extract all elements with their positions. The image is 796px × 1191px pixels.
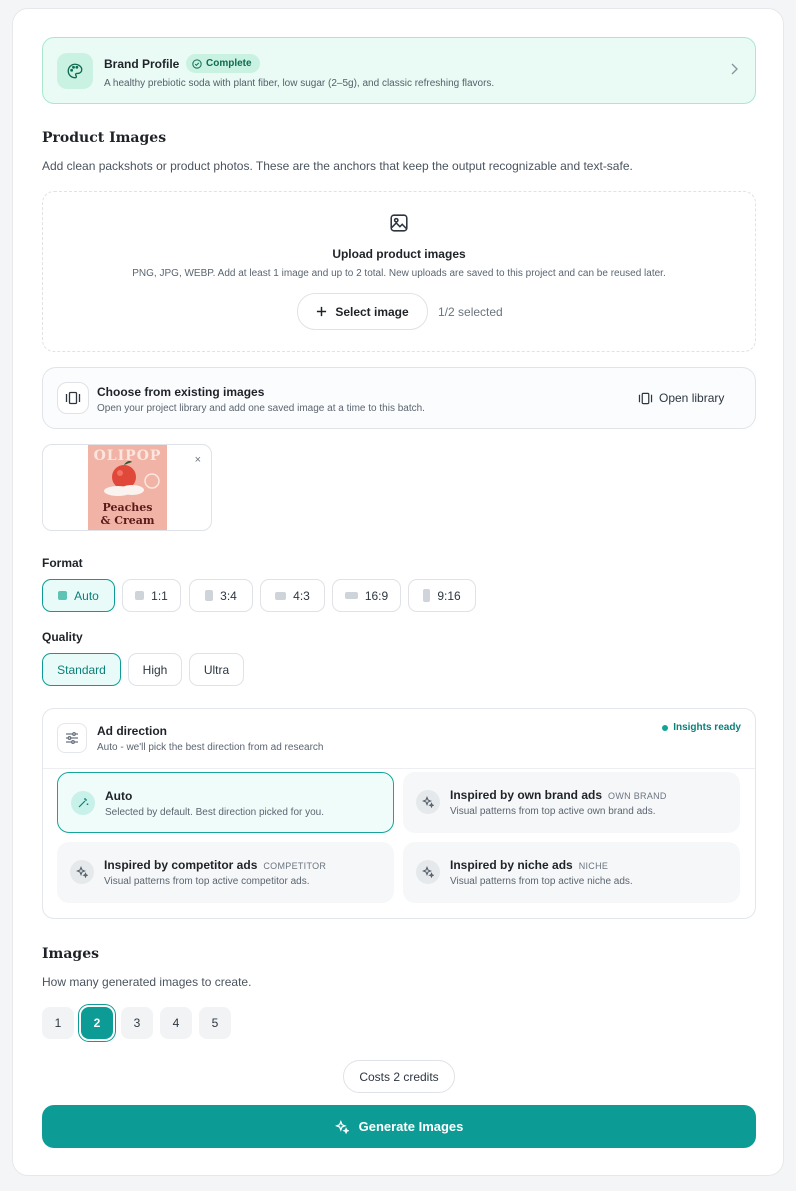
format-3-4-label: 3:4 <box>220 588 237 603</box>
select-image-label: Select image <box>335 304 409 319</box>
format-3-4[interactable]: 3:4 <box>189 579 253 612</box>
format-auto[interactable]: Auto <box>42 579 115 612</box>
format-16-9-label: 16:9 <box>364 588 389 603</box>
open-library-button[interactable]: Open library <box>638 391 724 405</box>
images-subtitle: How many generated images to create. <box>42 975 252 989</box>
generate-images-button[interactable]: Generate Images <box>42 1105 756 1148</box>
option-title-text: Inspired by competitor ads <box>104 858 258 872</box>
upload-dropzone[interactable]: Upload product images PNG, JPG, WEBP. Ad… <box>42 191 756 352</box>
generate-images-label: Generate Images <box>358 1119 464 1134</box>
format-label: Format <box>42 556 83 570</box>
quality-high[interactable]: High <box>128 653 182 686</box>
option-title-text: Inspired by own brand ads <box>450 788 603 802</box>
selected-count: 1/2 selected <box>438 305 503 319</box>
image-icon <box>388 212 410 239</box>
landscape-icon <box>275 591 287 600</box>
quality-ultra[interactable]: Ultra <box>189 653 244 686</box>
status-dot-icon <box>662 724 669 731</box>
magic-wand-icon <box>71 791 95 815</box>
ad-direction-option-competitor[interactable]: Inspired by competitor ads COMPETITOR Vis… <box>57 842 394 903</box>
portrait-icon <box>205 590 214 601</box>
image-count-4[interactable]: 4 <box>160 1007 192 1039</box>
generator-panel: Brand Profile Complete A healthy prebiot… <box>12 8 784 1176</box>
image-count-5[interactable]: 5 <box>199 1007 231 1039</box>
divider <box>43 768 755 769</box>
ad-direction-title: Ad direction <box>97 724 168 738</box>
format-16-9[interactable]: 16:9 <box>332 579 401 612</box>
image-count-2[interactable]: 2 <box>81 1007 113 1039</box>
ad-direction-option-niche[interactable]: Inspired by niche ads NICHE Visual patter… <box>403 842 740 903</box>
product-images-subtitle: Add clean packshots or product photos. T… <box>42 159 633 173</box>
brand-profile-description: A healthy prebiotic soda with plant fibe… <box>104 78 495 89</box>
wide-icon <box>344 592 358 599</box>
upload-subtitle: PNG, JPG, WEBP. Add at least 1 image and… <box>132 268 666 279</box>
option-title: Inspired by own brand ads OWN BRAND <box>450 788 667 802</box>
option-title-text: Inspired by niche ads <box>450 858 573 872</box>
upload-title: Upload product images <box>332 247 466 261</box>
option-subtitle: Visual patterns from top active own bran… <box>450 806 656 817</box>
select-image-button[interactable]: Select image <box>297 293 428 330</box>
sparkles-icon <box>416 860 440 884</box>
palette-icon <box>57 53 93 89</box>
insights-status-label: Insights ready <box>673 722 741 733</box>
option-tag: COMPETITOR <box>263 861 327 871</box>
format-auto-label: Auto <box>74 588 99 603</box>
tall-icon <box>423 589 431 602</box>
option-tag: NICHE <box>578 861 609 871</box>
cost-badge: Costs 2 credits <box>343 1060 455 1093</box>
images-heading: Images <box>42 946 100 962</box>
ad-direction-panel: Ad direction Auto - we'll pick the best … <box>42 708 756 919</box>
format-9-16-label: 9:16 <box>437 588 461 603</box>
format-1-1-label: 1:1 <box>151 588 168 603</box>
square-icon <box>135 591 145 600</box>
chevron-right-icon <box>729 62 739 81</box>
brand-profile-card[interactable]: Brand Profile Complete A healthy prebiot… <box>42 37 756 104</box>
option-subtitle: Selected by default. Best direction pick… <box>105 807 325 818</box>
can-flavor-line2: & Cream <box>100 514 154 527</box>
option-subtitle: Visual patterns from top active competit… <box>104 876 310 887</box>
format-4-3-label: 4:3 <box>293 588 310 603</box>
remove-image-button[interactable]: × <box>195 454 201 466</box>
plus-icon <box>317 306 327 317</box>
square-icon <box>58 591 68 600</box>
brand-profile-title: Brand Profile <box>104 57 180 71</box>
format-1-1[interactable]: 1:1 <box>122 579 181 612</box>
product-images-heading: Product Images <box>42 130 167 146</box>
product-can-image: OLIPOP Peaches & Cream <box>88 445 167 530</box>
ad-direction-subtitle: Auto - we'll pick the best direction fro… <box>97 742 324 753</box>
check-circle-icon <box>192 58 202 69</box>
quality-standard[interactable]: Standard <box>42 653 121 686</box>
sparkles-icon <box>416 790 440 814</box>
ad-direction-option-own-brand[interactable]: Inspired by own brand ads OWN BRAND Visua… <box>403 772 740 833</box>
product-thumbnail[interactable]: OLIPOP Peaches & Cream × <box>42 444 212 531</box>
status-badge: Complete <box>186 54 260 73</box>
image-count-3[interactable]: 3 <box>121 1007 153 1039</box>
quality-label: Quality <box>42 630 83 644</box>
open-library-label: Open library <box>659 391 725 405</box>
can-flavor-line1: Peaches <box>103 501 153 514</box>
gallery-icon <box>57 382 89 414</box>
option-title: Auto <box>105 789 133 803</box>
library-icon <box>638 392 653 404</box>
option-title: Inspired by niche ads NICHE <box>450 858 608 872</box>
sparkles-icon <box>334 1119 349 1134</box>
ad-direction-option-auto[interactable]: Auto Selected by default. Best direction… <box>57 772 394 833</box>
existing-images-subtitle: Open your project library and add one sa… <box>97 403 425 414</box>
sparkles-icon <box>70 860 94 884</box>
status-badge-label: Complete <box>206 58 252 69</box>
option-tag: OWN BRAND <box>608 791 667 801</box>
format-9-16[interactable]: 9:16 <box>408 579 476 612</box>
image-count-1[interactable]: 1 <box>42 1007 74 1039</box>
option-title: Inspired by competitor ads COMPETITOR <box>104 858 326 872</box>
option-subtitle: Visual patterns from top active niche ad… <box>450 876 633 887</box>
sliders-icon <box>57 723 87 753</box>
existing-images-card[interactable]: Choose from existing images Open your pr… <box>42 367 756 429</box>
insights-status: Insights ready <box>662 722 741 733</box>
existing-images-title: Choose from existing images <box>97 385 265 399</box>
format-4-3[interactable]: 4:3 <box>260 579 325 612</box>
